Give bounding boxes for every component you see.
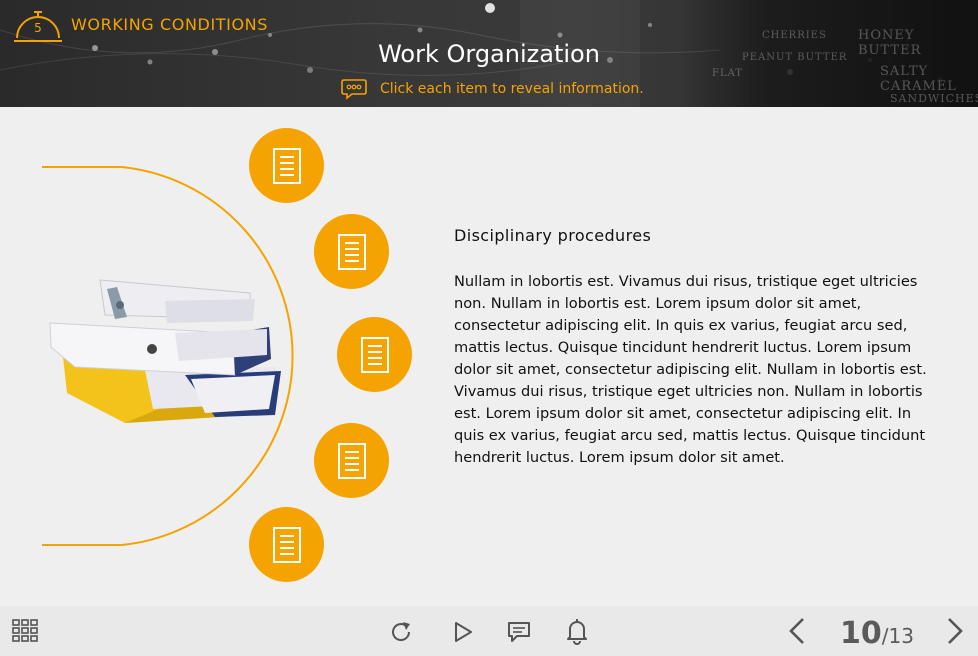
binders-image — [49, 279, 281, 423]
current-page: 10 — [840, 616, 882, 651]
module-number: 5 — [34, 21, 42, 35]
play-button[interactable] — [448, 618, 478, 646]
item-button-5[interactable] — [249, 507, 324, 582]
item-button-3[interactable] — [337, 317, 412, 392]
replay-button[interactable] — [386, 618, 416, 646]
module-label: WORKING CONDITIONS — [71, 15, 268, 34]
item-button-1[interactable] — [249, 128, 324, 203]
board-text: SANDWICHES — [890, 92, 978, 105]
content-heading: Disciplinary procedures — [454, 226, 652, 245]
document-icon — [337, 233, 366, 270]
previous-button[interactable] — [784, 616, 810, 646]
total-pages: /13 — [881, 624, 914, 648]
comment-icon — [508, 622, 530, 642]
instruction-text: Click each item to reveal information. — [380, 81, 644, 97]
play-icon — [455, 622, 472, 642]
bell-icon — [567, 619, 587, 645]
next-button[interactable] — [942, 616, 968, 646]
footer-bar: 10 /13 — [0, 606, 978, 656]
page-title: Work Organization — [378, 40, 600, 68]
board-text: SALTY CARAMEL — [880, 64, 957, 94]
content-body: Nullam in lobortis est. Vivamus dui risu… — [454, 273, 927, 466]
document-icon — [272, 526, 301, 563]
document-icon — [337, 442, 366, 479]
page-indicator: 10 /13 — [840, 616, 914, 651]
menu-button[interactable] — [10, 618, 40, 644]
grid-menu-icon — [12, 619, 38, 642]
header-bar: HONEY BUTTER SALTY CARAMEL SANDWICHES CH… — [0, 0, 978, 107]
speech-bubble-icon — [341, 79, 367, 100]
item-button-4[interactable] — [314, 423, 389, 498]
comment-button[interactable] — [504, 618, 534, 646]
replay-icon — [392, 622, 411, 641]
chevron-left-icon — [789, 618, 804, 644]
notification-button[interactable] — [562, 616, 592, 646]
board-text: FLAT — [712, 68, 743, 79]
instruction: Click each item to reveal information. — [340, 78, 644, 100]
item-button-2[interactable] — [314, 214, 389, 289]
chevron-right-icon — [948, 618, 963, 644]
document-icon — [272, 147, 301, 184]
content-panel: Disciplinary procedures Nullam in lobort… — [454, 226, 929, 469]
document-icon — [360, 336, 389, 373]
